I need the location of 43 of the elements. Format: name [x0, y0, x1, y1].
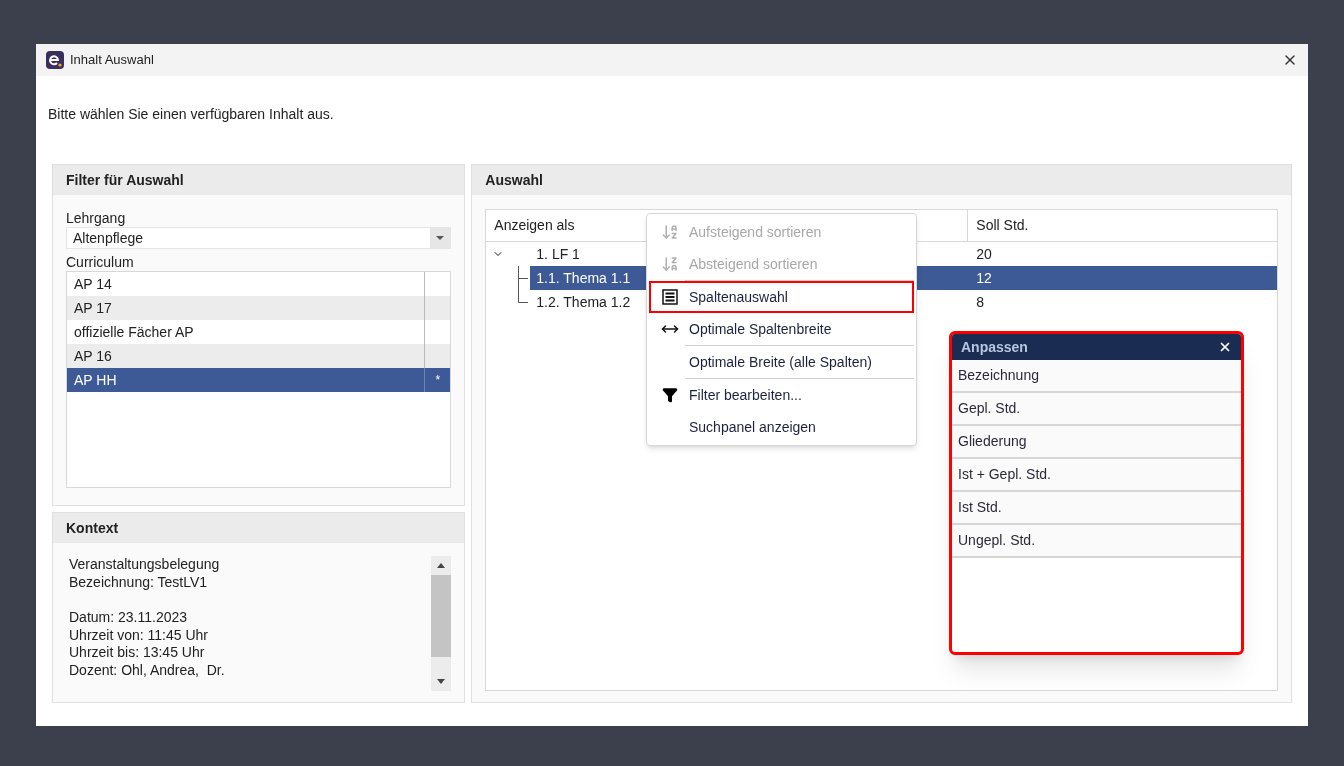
panel-title: Filter für Auswahl	[66, 170, 184, 190]
table-cell-text: 20	[975, 244, 993, 264]
context-text: Veranstaltungsbelegung	[69, 556, 221, 574]
sort-descending-icon	[661, 255, 679, 273]
curriculum-item[interactable]: AP HH *	[67, 368, 451, 392]
table-cell: 12	[968, 266, 1277, 290]
field-label: Lehrgang	[66, 209, 127, 227]
context-text: Datum: 23.11.2023	[69, 609, 189, 627]
column-option[interactable]: Ist Std.	[952, 492, 1241, 525]
field-label: Curriculum	[66, 253, 135, 271]
instruction-text: Bitte wählen Sie einen verfügbaren Inhalt aus.	[48, 106, 334, 122]
column-option[interactable]: Ist + Gepl. Std.	[952, 459, 1241, 492]
panel-title: Auswahl	[485, 170, 543, 190]
close-icon[interactable]	[1218, 340, 1232, 354]
menu-item[interactable]: Filter bearbeiten...	[649, 379, 914, 411]
sort-ascending-icon	[661, 223, 679, 241]
column-option[interactable]: Ungepl. Std.	[952, 525, 1241, 558]
context-text: Dozent: Ohl, Andrea, Dr.	[69, 661, 226, 679]
menu-item[interactable]: Suchpanel anzeigen	[649, 411, 914, 443]
column-option[interactable]: Bezeichnung	[952, 360, 1241, 393]
menu-item[interactable]: Optimale Spaltenbreite	[649, 313, 914, 345]
menu-item[interactable]: Spaltenauswahl	[649, 281, 914, 313]
list-icon	[662, 289, 678, 305]
scroll-down-icon[interactable]	[437, 679, 446, 684]
context-text: Uhrzeit bis: 13:45 Uhr	[69, 644, 206, 662]
column-header[interactable]: Soll Std.	[968, 210, 1277, 241]
table-cell-text: 8	[975, 292, 986, 312]
panel-title: Kontext	[66, 518, 119, 538]
app-logo-icon	[46, 51, 64, 69]
curriculum-item[interactable]: AP 16	[67, 344, 451, 368]
dialog-title: Anpassen	[961, 337, 1029, 357]
dropdown-caret-icon	[436, 236, 445, 240]
window-title: Inhalt Auswahl	[70, 51, 155, 70]
curriculum-item[interactable]: AP 17	[67, 296, 451, 320]
context-text: Uhrzeit von: 11:45 Uhr	[69, 626, 210, 644]
scroll-up-icon[interactable]	[437, 563, 446, 568]
context-text: Bezeichnung: TestLV1	[69, 573, 209, 591]
column-option[interactable]: Gliederung	[952, 426, 1241, 459]
scrollbar[interactable]	[431, 556, 452, 691]
filter-icon	[662, 387, 678, 403]
column-option[interactable]: Gepl. Std.	[952, 393, 1241, 426]
menu-item[interactable]: Optimale Breite (alle Spalten)	[649, 346, 914, 378]
lehrgang-dropdown[interactable]: Altenpflege	[66, 227, 452, 249]
